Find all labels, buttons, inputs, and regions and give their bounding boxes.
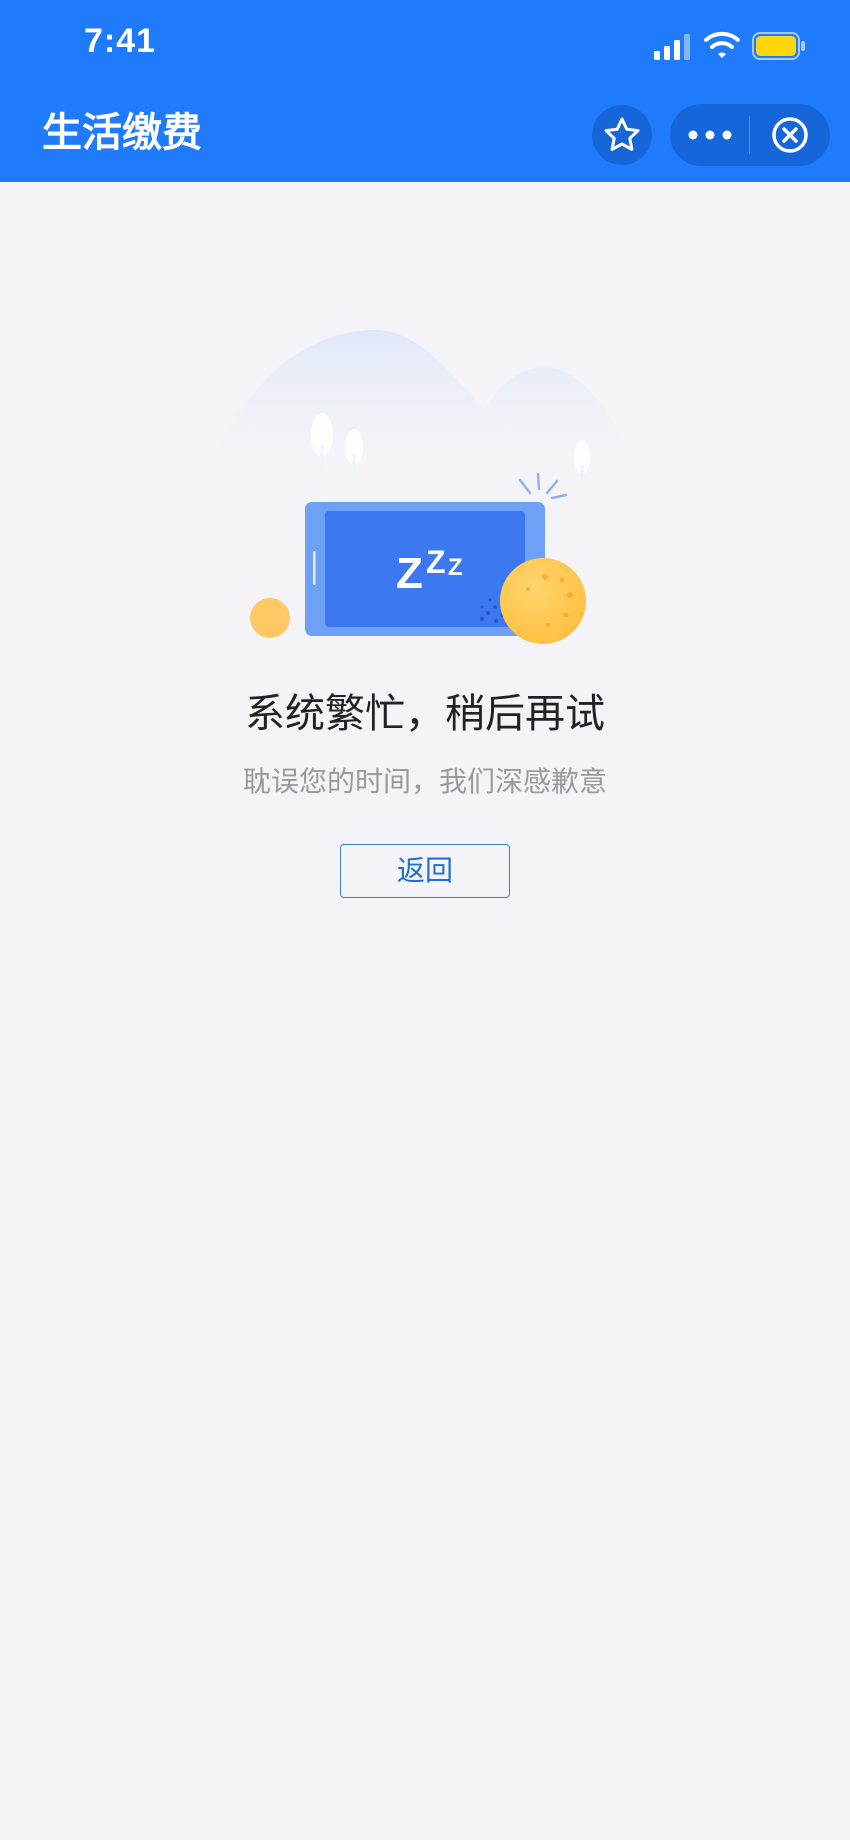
more-icon (688, 130, 732, 140)
star-icon (604, 117, 640, 151)
close-icon (772, 117, 808, 153)
moon-icon (500, 558, 586, 644)
error-subtitle: 耽误您的时间，我们深感歉意 (242, 765, 607, 798)
error-title: 系统繁忙，稍后再试 (245, 691, 605, 737)
page-title: 生活缴费 (42, 110, 202, 156)
busy-illustration: Z Z Z (200, 329, 650, 644)
cellular-signal-icon (654, 34, 690, 60)
back-button[interactable]: 返回 (340, 844, 510, 898)
sleep-letter-small: Z (448, 554, 463, 581)
status-time: 7:41 (84, 22, 157, 60)
mini-program-capsule (670, 104, 830, 166)
sleep-letter-large: Z (396, 549, 423, 598)
wifi-icon (704, 31, 740, 58)
more-button[interactable] (670, 104, 750, 166)
favorite-button[interactable] (592, 105, 652, 165)
sleep-letter-medium: Z (426, 544, 446, 580)
small-moon-icon (250, 598, 290, 638)
battery-icon (752, 32, 805, 60)
close-button[interactable] (750, 104, 830, 166)
top-bar: 7:41 生活缴费 (0, 0, 850, 182)
